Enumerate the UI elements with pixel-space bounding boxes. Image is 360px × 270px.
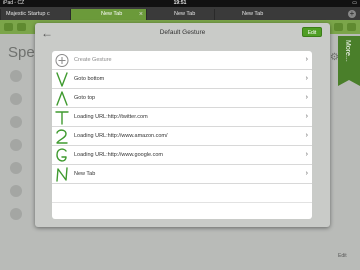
edit-button[interactable]: Edit (302, 27, 322, 37)
toolbar-button[interactable] (347, 23, 356, 31)
chevron-right-icon: › (305, 132, 308, 139)
tab-new-2[interactable]: New Tab (146, 9, 214, 20)
tab-new-3[interactable]: New Tab (214, 9, 284, 20)
gesture-v-icon (56, 72, 68, 87)
empty-row (52, 203, 312, 219)
row-label: Loading URL:http://www.amazon.com/ (74, 133, 168, 139)
tab-majestic[interactable]: Majestic Startup c (0, 9, 70, 20)
row-label: Loading URL:http://twitter.com (74, 114, 148, 120)
chevron-right-icon: › (305, 113, 308, 120)
tab-bar: Majestic Startup c New Tab × New Tab New… (0, 7, 360, 20)
battery-icon: ▭ (352, 0, 357, 6)
chevron-right-icon: › (305, 94, 308, 101)
gesture-dialog: ← Default Gesture Edit Create Gesture › … (35, 23, 330, 227)
dialog-header: ← Default Gesture Edit (35, 23, 330, 44)
background-item (10, 139, 22, 151)
plus-circle-icon (55, 54, 69, 67)
row-label: Create Gesture (74, 57, 112, 63)
tab-label: New Tab (101, 11, 123, 17)
background-item (10, 208, 22, 220)
create-gesture-row[interactable]: Create Gesture › (52, 51, 312, 70)
gesture-t-icon (55, 111, 69, 125)
gesture-row[interactable]: Loading URL:http://www.amazon.com/ › (52, 127, 312, 146)
close-icon[interactable]: × (139, 9, 143, 20)
toolbar-button[interactable] (17, 23, 26, 31)
gesture-2-icon (56, 129, 68, 144)
gear-icon: ⚙ (330, 52, 339, 63)
chevron-right-icon: › (305, 75, 308, 82)
tab-label: New Tab (242, 11, 264, 17)
gesture-list: Create Gesture › Goto bottom › Goto top … (52, 51, 312, 219)
bottom-edit-label: Edit (338, 253, 347, 259)
chevron-right-icon: › (305, 170, 308, 177)
row-label: New Tab (74, 171, 96, 177)
more-label: More... (344, 40, 351, 62)
gesture-row[interactable]: Goto bottom › (52, 70, 312, 89)
background-item (10, 116, 22, 128)
toolbar-button[interactable] (4, 23, 13, 31)
gesture-caret-icon (56, 91, 68, 106)
status-bar: iPad ◦ CZ 19:51 ▭ (0, 0, 360, 7)
gesture-n-icon (56, 167, 68, 182)
toolbar-button[interactable] (334, 23, 343, 31)
gesture-g-icon (56, 148, 67, 162)
tab-label: New Tab (174, 11, 196, 17)
tab-label: Majestic Startup c (6, 11, 50, 17)
gesture-row[interactable]: New Tab › (52, 165, 312, 184)
background-item (10, 70, 22, 82)
tab-new-active[interactable]: New Tab × (70, 9, 146, 20)
clock: 19:51 (173, 0, 187, 6)
dialog-title: Default Gesture (159, 29, 206, 36)
empty-row (52, 184, 312, 203)
chevron-right-icon: › (305, 151, 308, 158)
add-tab-icon[interactable]: + (348, 10, 356, 18)
row-label: Loading URL:http://www.google.com (74, 152, 163, 158)
gesture-row[interactable]: Goto top › (52, 89, 312, 108)
background-item (10, 162, 22, 174)
chevron-right-icon: › (305, 56, 308, 63)
row-label: Goto top (74, 95, 96, 101)
background-item (10, 93, 22, 105)
gesture-row[interactable]: Loading URL:http://www.google.com › (52, 146, 312, 165)
gesture-row[interactable]: Loading URL:http://twitter.com › (52, 108, 312, 127)
background-item (10, 185, 22, 197)
more-tab: More... (338, 36, 360, 86)
row-label: Goto bottom (74, 76, 105, 82)
